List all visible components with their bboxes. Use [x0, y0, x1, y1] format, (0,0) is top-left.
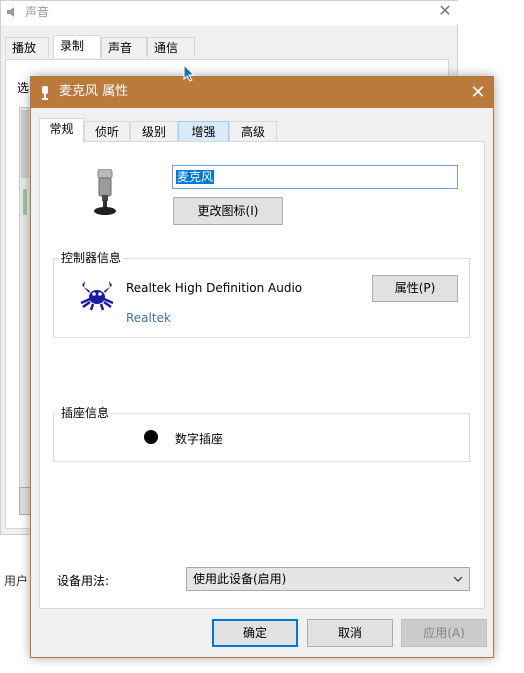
- tab-general[interactable]: 常规: [39, 118, 84, 143]
- level-indicator: [23, 189, 27, 215]
- mouse-cursor-icon: [183, 63, 196, 82]
- controller-name: Realtek High Definition Audio: [126, 281, 303, 295]
- tab-listen[interactable]: 侦听: [84, 121, 130, 142]
- tab-advanced[interactable]: 高级: [229, 121, 277, 142]
- device-name-field[interactable]: 麦克风: [172, 165, 458, 189]
- realtek-crab-icon: [79, 279, 115, 311]
- controller-properties-button[interactable]: 属性(P): [372, 275, 458, 302]
- sound-window-titlebar: 声音 ✕: [1, 1, 459, 25]
- jack-type: 数字插座: [175, 432, 224, 446]
- chevron-down-icon: [453, 568, 463, 597]
- scrollbar-thumb[interactable]: [21, 110, 29, 178]
- microphone-device-icon: [93, 168, 117, 215]
- device-usage-select[interactable]: 使用此设备(启用): [186, 567, 470, 591]
- close-icon[interactable]: ✕: [467, 82, 489, 104]
- sound-window-title: 声音: [25, 5, 50, 19]
- device-usage-label: 设备用法:: [57, 574, 110, 588]
- tab-enhancements[interactable]: 增强: [178, 121, 229, 142]
- tab-levels[interactable]: 级别: [130, 121, 178, 142]
- speaker-icon: [5, 5, 19, 19]
- jack-info-group: [53, 413, 470, 462]
- controller-info-label: 控制器信息: [59, 251, 124, 265]
- dialog-title: 麦克风 属性: [59, 84, 129, 99]
- device-name-text: 麦克风: [176, 170, 215, 184]
- dialog-titlebar: 麦克风 属性 ✕: [31, 77, 493, 108]
- partial-footer-label: 用户: [4, 574, 29, 588]
- ok-button[interactable]: 确定: [212, 619, 298, 647]
- cancel-button[interactable]: 取消: [307, 619, 393, 647]
- apply-button[interactable]: 应用(A): [401, 619, 487, 647]
- device-usage-value: 使用此设备(启用): [193, 572, 287, 586]
- microphone-icon: [41, 86, 49, 100]
- microphone-properties-dialog: 麦克风 属性 ✕ 常规 侦听 级别 增强 高级 麦克风 更改图标(I) 控制器信…: [30, 76, 494, 658]
- partial-label: 选: [17, 81, 30, 95]
- close-icon[interactable]: ✕: [435, 1, 455, 21]
- jack-info-label: 插座信息: [59, 406, 112, 420]
- tab-playback[interactable]: 播放: [5, 37, 49, 57]
- tab-communications[interactable]: 通信: [147, 37, 195, 57]
- tab-recording[interactable]: 录制: [53, 35, 101, 58]
- change-icon-button[interactable]: 更改图标(I): [173, 197, 283, 225]
- tab-sounds[interactable]: 声音: [101, 37, 147, 57]
- jack-dot-icon: [144, 430, 158, 444]
- controller-vendor-link[interactable]: Realtek: [126, 311, 171, 325]
